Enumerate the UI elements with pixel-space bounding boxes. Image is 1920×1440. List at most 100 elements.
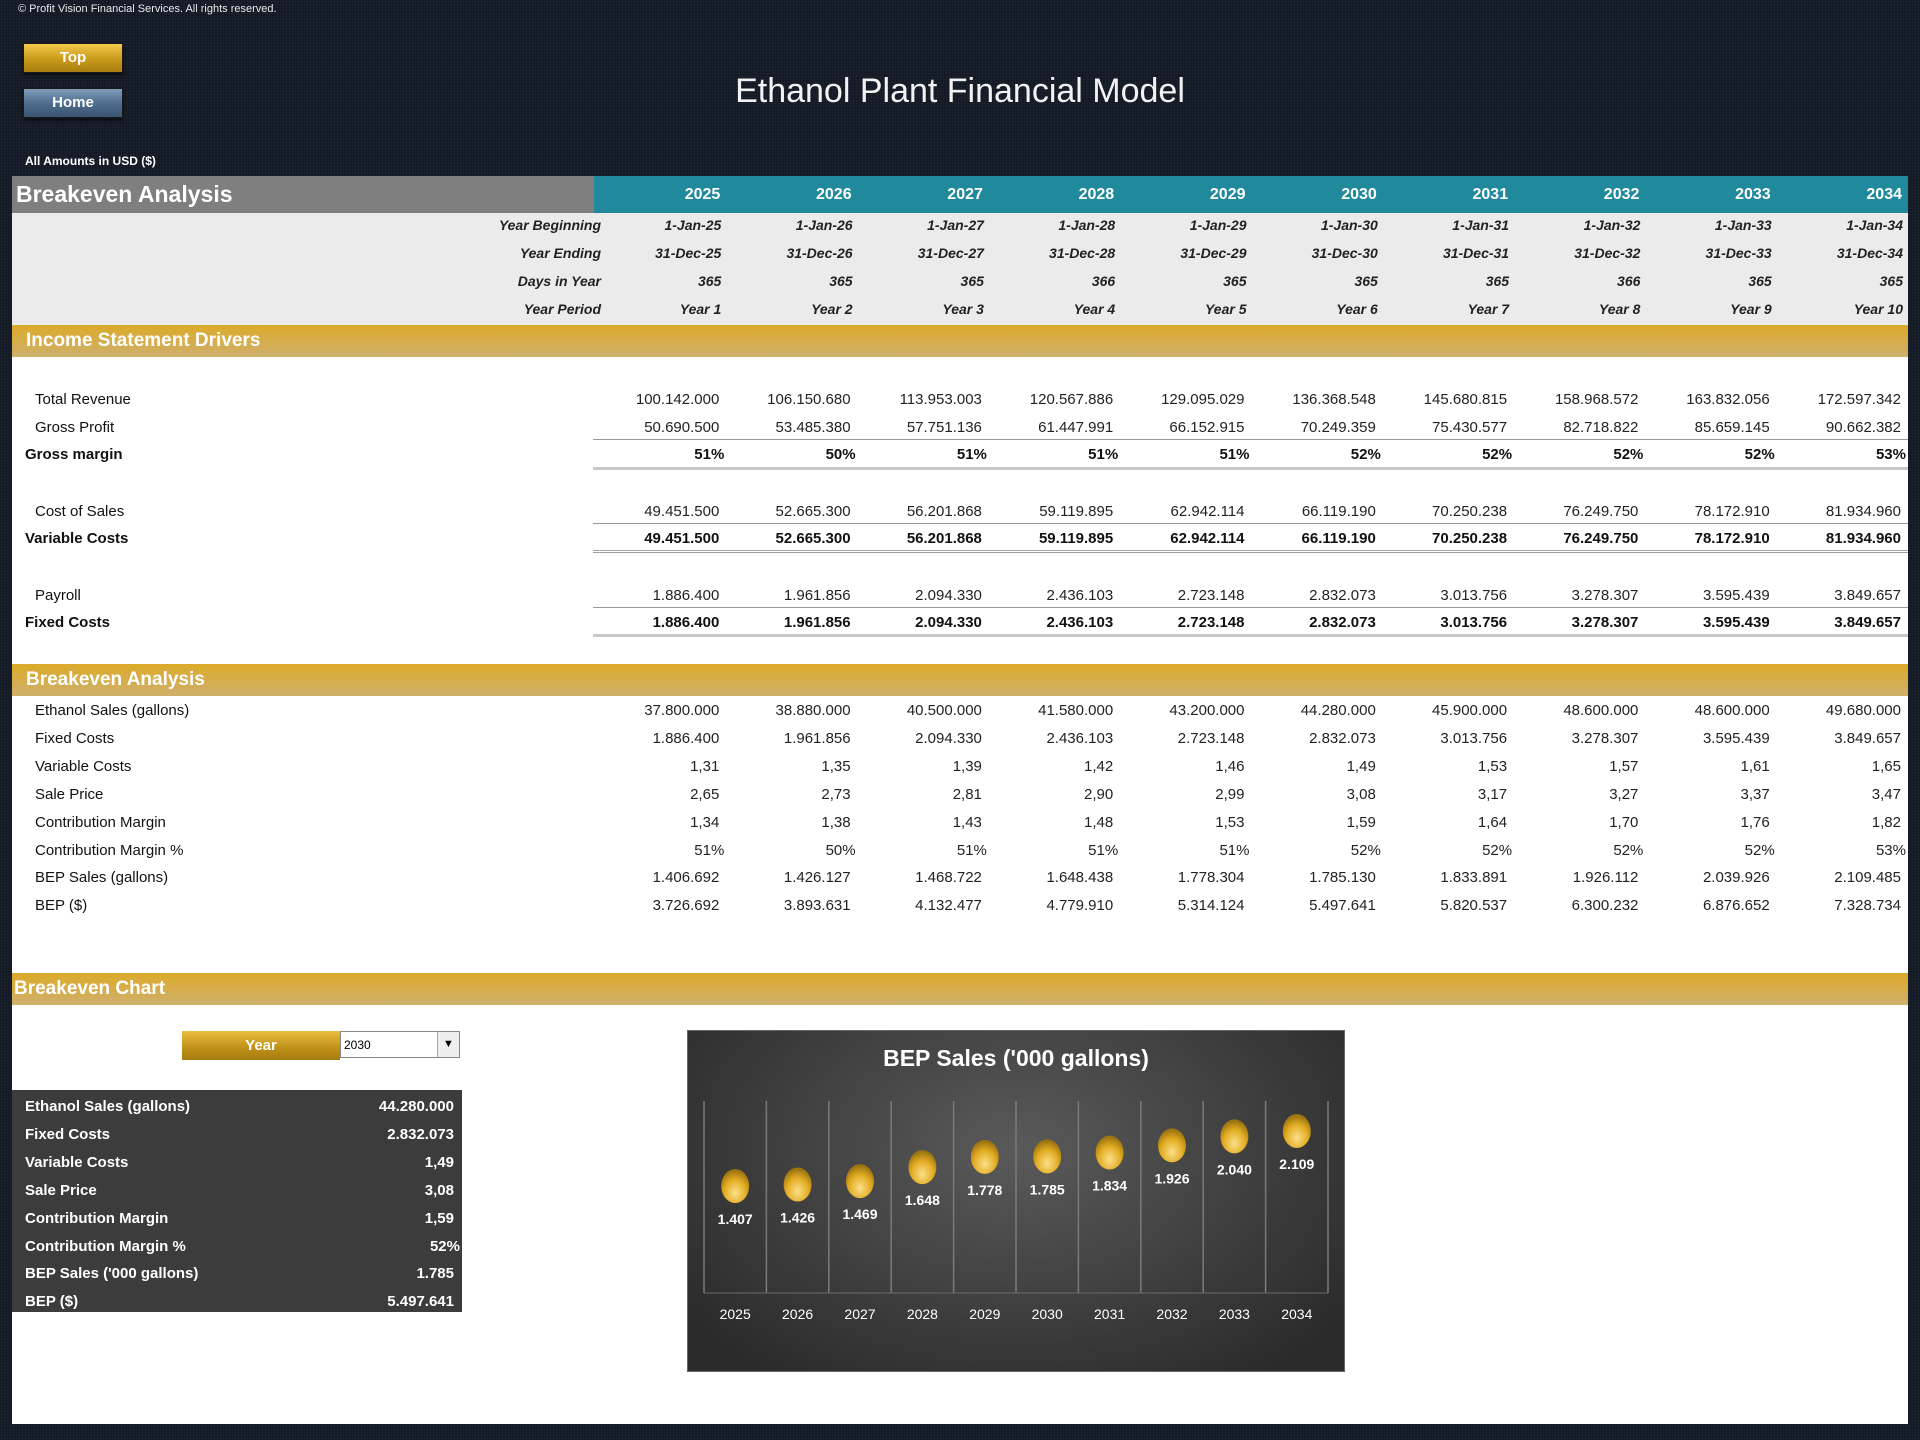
top-button[interactable]: Top — [23, 43, 123, 73]
table-cell: 2.436.103 — [1046, 614, 1114, 631]
copyright-notice: © Profit Vision Financial Services. All … — [18, 3, 277, 15]
table-cell: 81.934.960 — [1825, 530, 1901, 547]
meta-cell: 365 — [960, 273, 984, 289]
table-cell: 1,35 — [821, 757, 851, 775]
meta-cell: 366 — [1617, 273, 1641, 289]
row-label: Fixed Costs — [25, 614, 111, 631]
meta-cell: Year 8 — [1598, 301, 1641, 317]
divider — [593, 439, 1908, 440]
table-cell: 49.680.000 — [1825, 702, 1901, 719]
table-cell: 4.132.477 — [915, 897, 982, 915]
table-cell: 51% — [1219, 841, 1250, 859]
table-cell: 1,48 — [1083, 813, 1114, 831]
meta-cell: 365 — [829, 273, 853, 289]
currency-note: All Amounts in USD ($) — [25, 154, 156, 168]
meta-cell: 31-Dec-31 — [1442, 245, 1510, 261]
table-cell: 6.300.232 — [1571, 897, 1639, 915]
data-label: 1.834 — [1092, 1178, 1127, 1194]
table-cell: 4.779.910 — [1046, 897, 1114, 915]
table-cell: 53% — [1875, 446, 1906, 463]
table-cell: 76.249.750 — [1563, 503, 1639, 520]
table-cell: 61.447.991 — [1038, 419, 1114, 436]
data-point-marker — [1033, 1139, 1062, 1174]
table-cell: 43.200.000 — [1169, 702, 1245, 719]
table-cell: 2.109.485 — [1834, 869, 1901, 887]
table-cell: 53% — [1875, 841, 1906, 859]
table-cell: 1,43 — [952, 813, 982, 831]
data-point-marker — [970, 1139, 999, 1174]
table-cell: 53.485.380 — [775, 419, 851, 436]
table-cell: 172.597.342 — [1817, 391, 1901, 408]
table-cell: 2.723.148 — [1177, 614, 1245, 631]
chevron-down-icon[interactable]: ▼ — [437, 1032, 459, 1057]
table-cell: 5.497.641 — [1309, 897, 1376, 915]
table-cell: 52% — [1350, 446, 1381, 463]
row-label: Gross margin — [25, 446, 123, 463]
table-cell: 5.314.124 — [1177, 897, 1245, 915]
summary-value: 44.280.000 — [378, 1098, 454, 1115]
table-cell: 52% — [1350, 841, 1381, 859]
table-cell: 56.201.868 — [906, 503, 982, 520]
selected-year-summary: Ethanol Sales (gallons) 44.280.000 Fixed C… — [12, 1090, 462, 1312]
row-label: BEP ($) — [35, 897, 88, 915]
meta-cell: 31-Dec-33 — [1705, 245, 1772, 261]
table-cell: 50.690.500 — [644, 419, 720, 436]
table-cell: 2,81 — [952, 785, 982, 803]
row-label: Sale Price — [35, 785, 104, 803]
table-cell: 37.800.000 — [644, 702, 720, 719]
summary-label: Contribution Margin — [25, 1209, 169, 1227]
table-cell: 2,65 — [690, 785, 720, 803]
year-selector-button[interactable]: Year — [182, 1031, 340, 1060]
row-label: Contribution Margin % — [35, 841, 184, 859]
table-cell: 1,38 — [821, 813, 851, 831]
table-cell: 1,59 — [1346, 813, 1376, 831]
meta-cell: 1-Jan-34 — [1846, 217, 1903, 233]
data-label: 1.785 — [1030, 1181, 1065, 1197]
year-header-cell: 2032 — [1603, 186, 1640, 203]
table-cell: 81.934.960 — [1825, 503, 1901, 520]
data-point-marker — [1158, 1128, 1186, 1163]
year-dropdown[interactable]: 2030 ▼ — [340, 1031, 460, 1058]
table-cell: 2.436.103 — [1046, 729, 1114, 747]
table-cell: 7.328.734 — [1834, 897, 1901, 915]
table-cell: 3.013.756 — [1440, 614, 1508, 631]
bep-sales-chart: BEP Sales ('000 gallons) 1.407 2025 1.426 2… — [687, 1030, 1345, 1372]
table-cell: 3.595.439 — [1702, 614, 1770, 631]
year-dropdown-value: 2030 — [344, 1038, 371, 1052]
meta-cell: Year 7 — [1467, 301, 1510, 317]
table-cell: 90.662.382 — [1825, 419, 1901, 436]
data-label: 2.109 — [1279, 1156, 1314, 1172]
table-cell: 3,08 — [1346, 785, 1376, 803]
table-cell: 62.942.114 — [1170, 503, 1245, 520]
meta-row-label: Days in Year — [517, 273, 601, 289]
meta-row-label: Year Beginning — [498, 217, 601, 233]
meta-cell: Year 2 — [811, 301, 853, 317]
meta-cell: 31-Dec-28 — [1049, 245, 1116, 261]
table-cell: 51% — [694, 446, 725, 463]
table-cell: 41.580.000 — [1038, 702, 1114, 719]
divider — [593, 523, 1908, 524]
table-cell: 78.172.910 — [1694, 503, 1770, 520]
table-cell: 3.849.657 — [1834, 729, 1901, 747]
table-cell: 75.430.577 — [1432, 419, 1508, 436]
table-cell: 1,46 — [1215, 757, 1245, 775]
meta-cell: 31-Dec-26 — [786, 245, 853, 261]
data-label: 1.648 — [905, 1192, 940, 1208]
summary-label: BEP Sales ('000 gallons) — [25, 1265, 199, 1283]
meta-cell: 31-Dec-25 — [655, 245, 722, 261]
x-tick-label: 2028 — [907, 1306, 938, 1322]
table-cell: 2.723.148 — [1177, 729, 1245, 747]
x-tick-label: 2025 — [720, 1306, 751, 1322]
row-label: Fixed Costs — [35, 729, 115, 747]
row-label: Contribution Margin — [35, 813, 166, 831]
table-cell: 1.785.130 — [1309, 869, 1376, 887]
table-cell: 3.278.307 — [1571, 614, 1639, 631]
table-cell: 52.665.300 — [775, 503, 851, 520]
table-cell: 3.278.307 — [1571, 587, 1639, 604]
meta-cell: 365 — [1354, 273, 1378, 289]
table-cell: 82.718.822 — [1563, 419, 1639, 436]
table-cell: 70.249.359 — [1300, 419, 1376, 436]
table-cell: 100.142.000 — [635, 391, 720, 408]
table-cell: 2.039.926 — [1702, 869, 1770, 887]
table-cell: 1.886.400 — [652, 614, 720, 631]
